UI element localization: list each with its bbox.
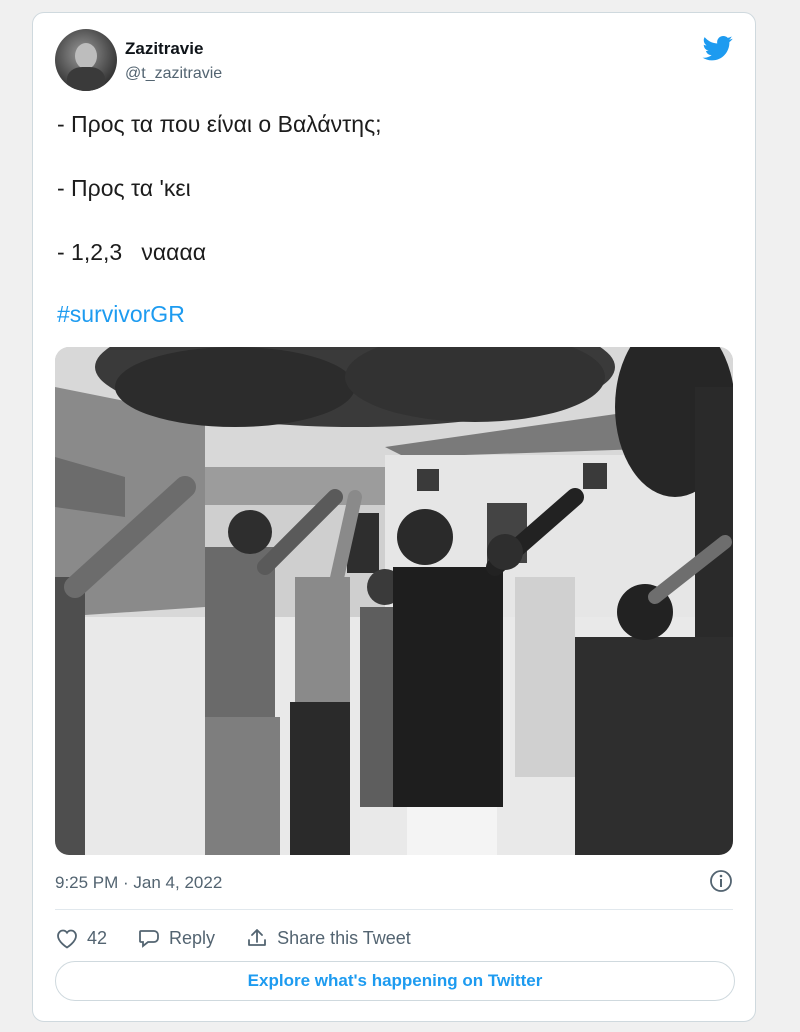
tweet-line-2: - Προς τα 'κει xyxy=(57,175,191,201)
speech-bubble-icon xyxy=(139,930,159,948)
info-icon[interactable] xyxy=(709,869,733,893)
tweet-line-1: - Προς τα που είναι ο Βαλάντης; xyxy=(57,111,382,137)
share-button[interactable]: Share this Tweet xyxy=(245,927,411,949)
tweet-card: Zazitravie @t_zazitravie - Προς τα που ε… xyxy=(32,12,756,1022)
reply-button[interactable]: Reply xyxy=(137,927,215,949)
tweet-line-3: - 1,2,3 ναααα xyxy=(57,239,207,265)
tweet-timestamp[interactable]: 9:25 PM · Jan 4, 2022 xyxy=(55,873,222,893)
avatar-face xyxy=(75,43,97,69)
like-count: 42 xyxy=(87,927,108,948)
tweet-actions: 42 Reply Share this Tweet xyxy=(55,923,441,953)
tweet-photo[interactable] xyxy=(55,347,733,855)
share-upload-icon xyxy=(248,929,266,946)
author-display-name[interactable]: Zazitravie xyxy=(125,39,203,59)
heart-icon xyxy=(57,929,77,949)
avatar[interactable] xyxy=(55,29,117,91)
divider xyxy=(55,909,733,910)
explore-twitter-button[interactable]: Explore what's happening on Twitter xyxy=(55,961,735,1001)
avatar-body xyxy=(67,67,105,91)
hashtag-link[interactable]: #survivorGR xyxy=(57,301,185,328)
photo-illustration xyxy=(55,347,733,855)
twitter-bird-icon[interactable] xyxy=(701,33,735,63)
like-button[interactable]: 42 xyxy=(55,927,107,949)
reply-label: Reply xyxy=(169,927,216,948)
share-label: Share this Tweet xyxy=(277,927,411,948)
author-handle[interactable]: @t_zazitravie xyxy=(125,65,222,83)
